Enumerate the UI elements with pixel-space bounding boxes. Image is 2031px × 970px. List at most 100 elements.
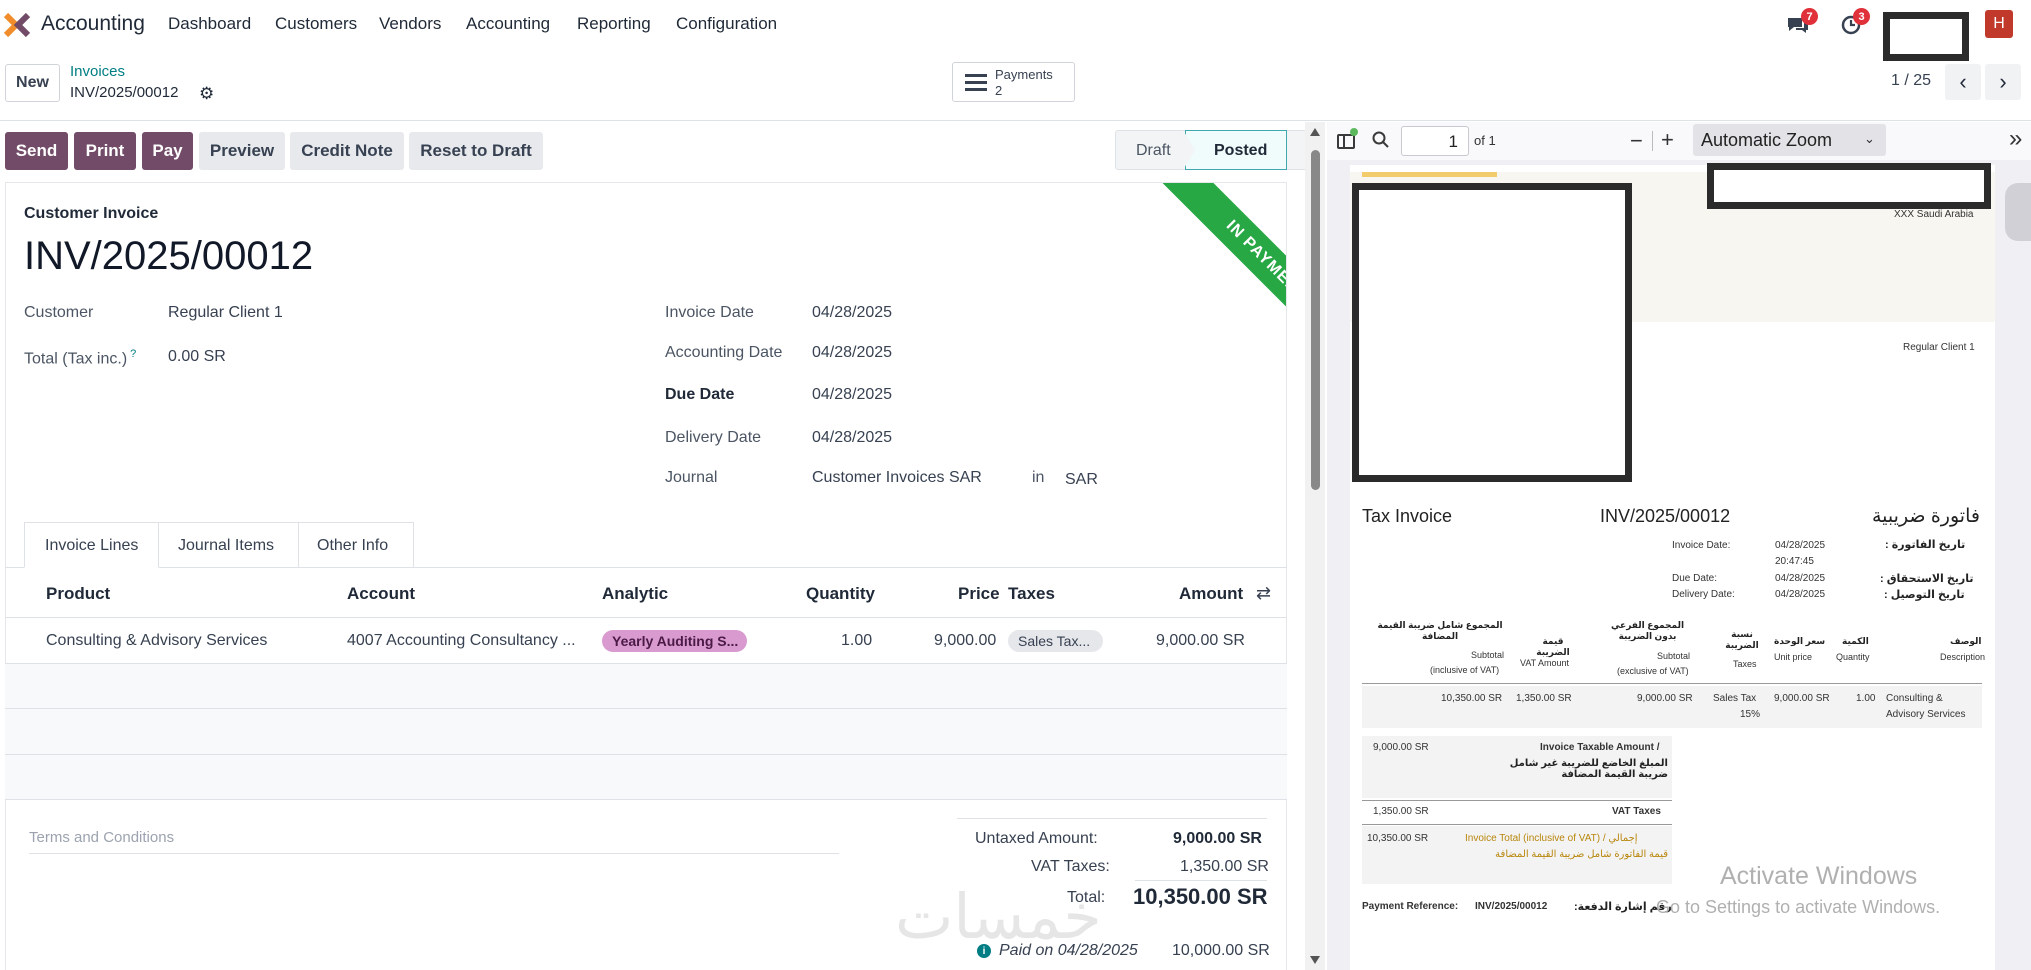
ribbon-label: IN PAYMENT: [1222, 217, 1287, 305]
row-amount: 9,000.00 SR: [1156, 632, 1245, 649]
pdf-payment-ref: INV/2025/00012: [1475, 901, 1548, 912]
terms-field[interactable]: Terms and Conditions: [29, 829, 174, 846]
pager-value[interactable]: 1 / 25: [1891, 72, 1931, 90]
tab-other-info[interactable]: Other Info: [299, 522, 414, 568]
vat-label: VAT Taxes:: [1031, 858, 1110, 875]
pdf-scroll-thumb[interactable]: [2005, 183, 2031, 241]
total-value: 0.00 SR: [168, 348, 226, 365]
pdf-toolbar: 1 of 1 − + Automatic Zoom ⌄ »: [1327, 122, 2031, 160]
pdf-invoice-number: INV/2025/00012: [1600, 506, 1731, 526]
sidebar-toggle-icon[interactable]: [1337, 134, 1355, 149]
pdf-due-date-ar: تاريخ الاستحقاق :: [1880, 573, 1974, 585]
messages-badge: 7: [1801, 8, 1818, 25]
accounting-date-field[interactable]: 04/28/2025: [812, 344, 892, 362]
column-amount[interactable]: Amount: [1179, 584, 1243, 604]
vat-value: 1,350.00 SR: [1180, 858, 1269, 875]
due-date-field[interactable]: 04/28/2025: [812, 386, 892, 404]
column-analytic[interactable]: Analytic: [602, 584, 668, 604]
find-icon[interactable]: [1372, 131, 1390, 149]
pdf-col-taxes-ar: نسبة الضريبة: [1725, 629, 1759, 650]
column-price[interactable]: Price: [958, 584, 1000, 604]
pay-button[interactable]: Pay: [142, 132, 193, 170]
journal-field[interactable]: Customer Invoices SAR: [812, 469, 982, 487]
pdf-col-vat-ar: قيمة الضريبة: [1536, 636, 1570, 657]
redacted-company-box: [1883, 12, 1969, 61]
gear-icon[interactable]: ⚙: [199, 84, 214, 104]
menu-dashboard[interactable]: Dashboard: [168, 14, 251, 34]
reset-to-draft-button[interactable]: Reset to Draft: [409, 132, 543, 170]
scroll-thumb[interactable]: [1311, 150, 1320, 490]
tab-journal-items[interactable]: Journal Items: [159, 522, 299, 568]
column-quantity[interactable]: Quantity: [806, 584, 875, 604]
app-logo-icon[interactable]: [3, 12, 31, 38]
send-button[interactable]: Send: [5, 132, 68, 170]
row-tax-label: Sales Tax...: [1018, 633, 1091, 649]
journal-currency-field[interactable]: SAR: [1065, 471, 1098, 489]
status-posted-label: Posted: [1214, 142, 1268, 159]
scroll-up-icon[interactable]: [1310, 128, 1320, 136]
app-name[interactable]: Accounting: [41, 12, 145, 36]
journal-in-label: in: [1032, 469, 1045, 486]
tab-invoice-lines[interactable]: Invoice Lines: [24, 522, 159, 568]
help-icon[interactable]: ?: [130, 348, 136, 360]
zoom-select[interactable]: Automatic Zoom ⌄: [1693, 124, 1886, 156]
pager-next-icon[interactable]: ›: [1985, 64, 2021, 100]
preview-button[interactable]: Preview: [199, 132, 285, 170]
pdf-invoice-date-label: Invoice Date:: [1672, 540, 1731, 551]
pdf-vat-label: VAT Taxes: [1612, 806, 1661, 817]
pdf-row-vat: 1,350.00 SR: [1516, 693, 1572, 704]
row-tax-tag[interactable]: Sales Tax...: [1008, 630, 1103, 652]
pdf-col-taxes-en: Taxes: [1733, 659, 1757, 669]
row-account[interactable]: 4007 Accounting Consultancy ...: [347, 632, 576, 650]
pdf-col-subtotal-excl-en2: (exclusive of VAT): [1617, 666, 1689, 676]
row-analytic-tag[interactable]: Yearly Auditing S...: [602, 630, 747, 652]
print-button[interactable]: Print: [74, 132, 136, 170]
pager-prev-icon[interactable]: ‹: [1945, 64, 1981, 100]
payments-label: Payments: [995, 67, 1053, 82]
menu-reporting[interactable]: Reporting: [577, 14, 651, 34]
pdf-due-date: 04/28/2025: [1775, 573, 1826, 584]
pdf-col-unit-en: Unit price: [1774, 652, 1813, 662]
pdf-row-subtotal-excl: 9,000.00 SR: [1637, 693, 1693, 704]
column-account[interactable]: Account: [347, 584, 415, 604]
zoom-out-button[interactable]: −: [1630, 128, 1643, 154]
pdf-invoice-date: 04/28/2025: [1775, 540, 1826, 551]
activities-badge: 3: [1853, 8, 1870, 25]
pdf-company-country: XXX Saudi Arabia: [1894, 209, 1974, 220]
new-button[interactable]: New: [5, 64, 60, 102]
row-product[interactable]: Consulting & Advisory Services: [46, 632, 267, 650]
pdf-title-en: Tax Invoice: [1362, 506, 1453, 526]
customer-field[interactable]: Regular Client 1: [168, 304, 283, 322]
scroll-down-icon[interactable]: [1310, 956, 1320, 964]
page-number-input[interactable]: 1: [1401, 126, 1469, 156]
page-count: of 1: [1474, 133, 1496, 148]
credit-note-button[interactable]: Credit Note: [290, 132, 404, 170]
column-product[interactable]: Product: [46, 584, 110, 604]
pdf-row-subtotal-incl: 10,350.00 SR: [1441, 693, 1503, 704]
breadcrumb-invoices[interactable]: Invoices: [70, 63, 125, 80]
pdf-payment-ref-label: Payment Reference:: [1362, 901, 1459, 912]
delivery-date-field[interactable]: 04/28/2025: [812, 429, 892, 447]
pdf-scrollbar[interactable]: [2005, 165, 2031, 970]
menu-configuration[interactable]: Configuration: [676, 14, 777, 34]
row-price[interactable]: 9,000.00: [934, 632, 996, 650]
tab-other-info-label: Other Info: [317, 537, 389, 554]
grand-total-value: 10,350.00 SR: [1133, 884, 1268, 909]
menu-vendors[interactable]: Vendors: [379, 14, 441, 34]
menu-customers[interactable]: Customers: [275, 14, 357, 34]
invoice-date-field[interactable]: 04/28/2025: [812, 304, 892, 322]
row-analytic-label: Yearly Auditing S...: [612, 633, 739, 649]
column-taxes[interactable]: Taxes: [1008, 584, 1055, 604]
pdf-title-ar: فاتورة ضريبية: [1872, 506, 1980, 527]
optional-columns-icon[interactable]: ⇄: [1256, 583, 1271, 604]
more-tools-button[interactable]: »: [2009, 125, 2022, 153]
zoom-in-button[interactable]: +: [1661, 127, 1674, 153]
row-quantity[interactable]: 1.00: [841, 632, 872, 650]
user-avatar[interactable]: H: [1985, 10, 2013, 38]
menu-accounting[interactable]: Accounting: [466, 14, 550, 34]
pdf-col-desc-en: Description: [1940, 652, 1986, 662]
form-scrollbar[interactable]: [1305, 122, 1325, 970]
payments-smart-button[interactable]: Payments 2: [952, 62, 1075, 102]
watermark-logo: خمسات: [895, 880, 1102, 953]
invoice-type-label: Customer Invoice: [24, 205, 159, 222]
